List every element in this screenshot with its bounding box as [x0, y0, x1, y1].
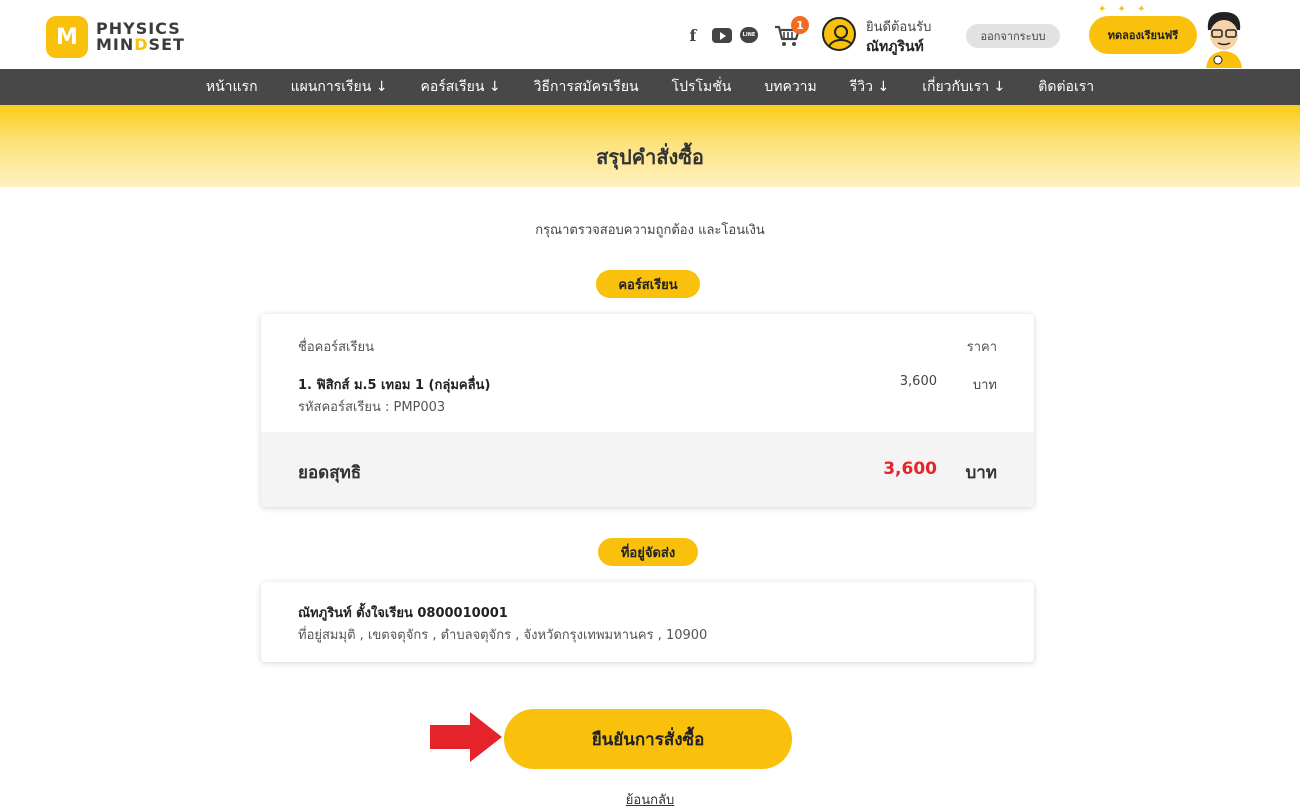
recipient-address: ที่อยู่สมมุติ , เขตจตุจักร , ตำบลจตุจักร…: [298, 628, 708, 643]
logo-wordmark: PHYSICS MINDSET: [96, 21, 185, 53]
course-item-price: 3,600: [899, 374, 937, 389]
user-avatar-icon[interactable]: [822, 17, 856, 51]
site-logo[interactable]: M PHYSICS MINDSET: [46, 14, 196, 60]
nav-item-about[interactable]: เกี่ยวกับเรา ↓: [922, 76, 1005, 98]
recipient-name-phone: ณัทภูรินท์ ตั้งใจเรียน 0800010001: [298, 606, 508, 621]
course-summary-card: ชื่อคอร์สเรียน ราคา 1. ฟิสิกส์ ม.5 เทอม …: [261, 314, 1034, 507]
username[interactable]: ณัทภูรินท์: [866, 36, 924, 58]
free-trial-button[interactable]: ทดลองเรียนฟรี: [1089, 16, 1197, 54]
cart-count-badge: 1: [791, 16, 809, 34]
course-item-code: รหัสคอร์สเรียน : PMP003: [298, 400, 446, 415]
youtube-icon[interactable]: [712, 28, 732, 43]
nav-item-contact[interactable]: ติดต่อเรา: [1038, 76, 1094, 98]
nav-item-courses[interactable]: คอร์สเรียน ↓: [420, 76, 500, 98]
logo-line-2: MINDSET: [96, 35, 185, 54]
welcome-label: ยินดีต้อนรับ: [866, 20, 932, 35]
nav-item-home[interactable]: หน้าแรก: [206, 76, 258, 98]
mascot-illustration: [1206, 12, 1242, 68]
sparkle-decoration: ✦ ✦ ✦: [1098, 4, 1150, 15]
main-navigation: หน้าแรก แผนการเรียน ↓ คอร์สเรียน ↓ วิธีก…: [0, 69, 1300, 105]
logout-button[interactable]: ออกจากระบบ: [966, 24, 1060, 48]
course-item-name: 1. ฟิสิกส์ ม.5 เทอม 1 (กลุ่มคลื่น): [298, 378, 491, 393]
column-header-price: ราคา: [966, 340, 997, 355]
nav-item-articles[interactable]: บทความ: [764, 76, 816, 98]
total-row: ยอดสุทธิ 3,600 บาท: [261, 432, 1034, 507]
column-header-course-name: ชื่อคอร์สเรียน: [298, 340, 374, 355]
page-subtitle: กรุณาตรวจสอบความถูกต้อง และโอนเงิน: [535, 223, 765, 238]
confirm-order-button[interactable]: ยืนยันการสั่งซื้อ: [504, 709, 792, 769]
nav-item-reviews[interactable]: รีวิว ↓: [850, 76, 889, 98]
shipping-address-card: ณัทภูรินท์ ตั้งใจเรียน 0800010001 ที่อยู…: [261, 582, 1034, 662]
course-item-currency: บาท: [972, 378, 997, 393]
total-label: ยอดสุทธิ: [298, 463, 362, 483]
page-title: สรุปคำสั่งซื้อ: [596, 145, 704, 169]
page-banner: สรุปคำสั่งซื้อ: [0, 105, 1300, 187]
nav-item-promotions[interactable]: โปรโมชั่น: [672, 76, 732, 98]
logo-mark: M: [46, 16, 88, 58]
back-link[interactable]: ย้อนกลับ: [0, 789, 1300, 810]
shipping-address-label: ที่อยู่จัดส่ง: [598, 538, 698, 566]
facebook-icon[interactable]: f: [686, 26, 700, 45]
site-header: M PHYSICS MINDSET f LINE 1 ยินดีต้อนรับ …: [0, 0, 1300, 69]
line-icon[interactable]: LINE: [740, 27, 758, 43]
nav-item-how-to-enroll[interactable]: วิธีการสมัครเรียน: [534, 76, 639, 98]
nav-item-study-plan[interactable]: แผนการเรียน ↓: [291, 76, 388, 98]
total-amount: 3,600: [883, 459, 937, 479]
total-currency: บาท: [965, 463, 997, 483]
pointer-arrow-icon: [430, 712, 502, 762]
course-section-label: คอร์สเรียน: [596, 270, 700, 298]
